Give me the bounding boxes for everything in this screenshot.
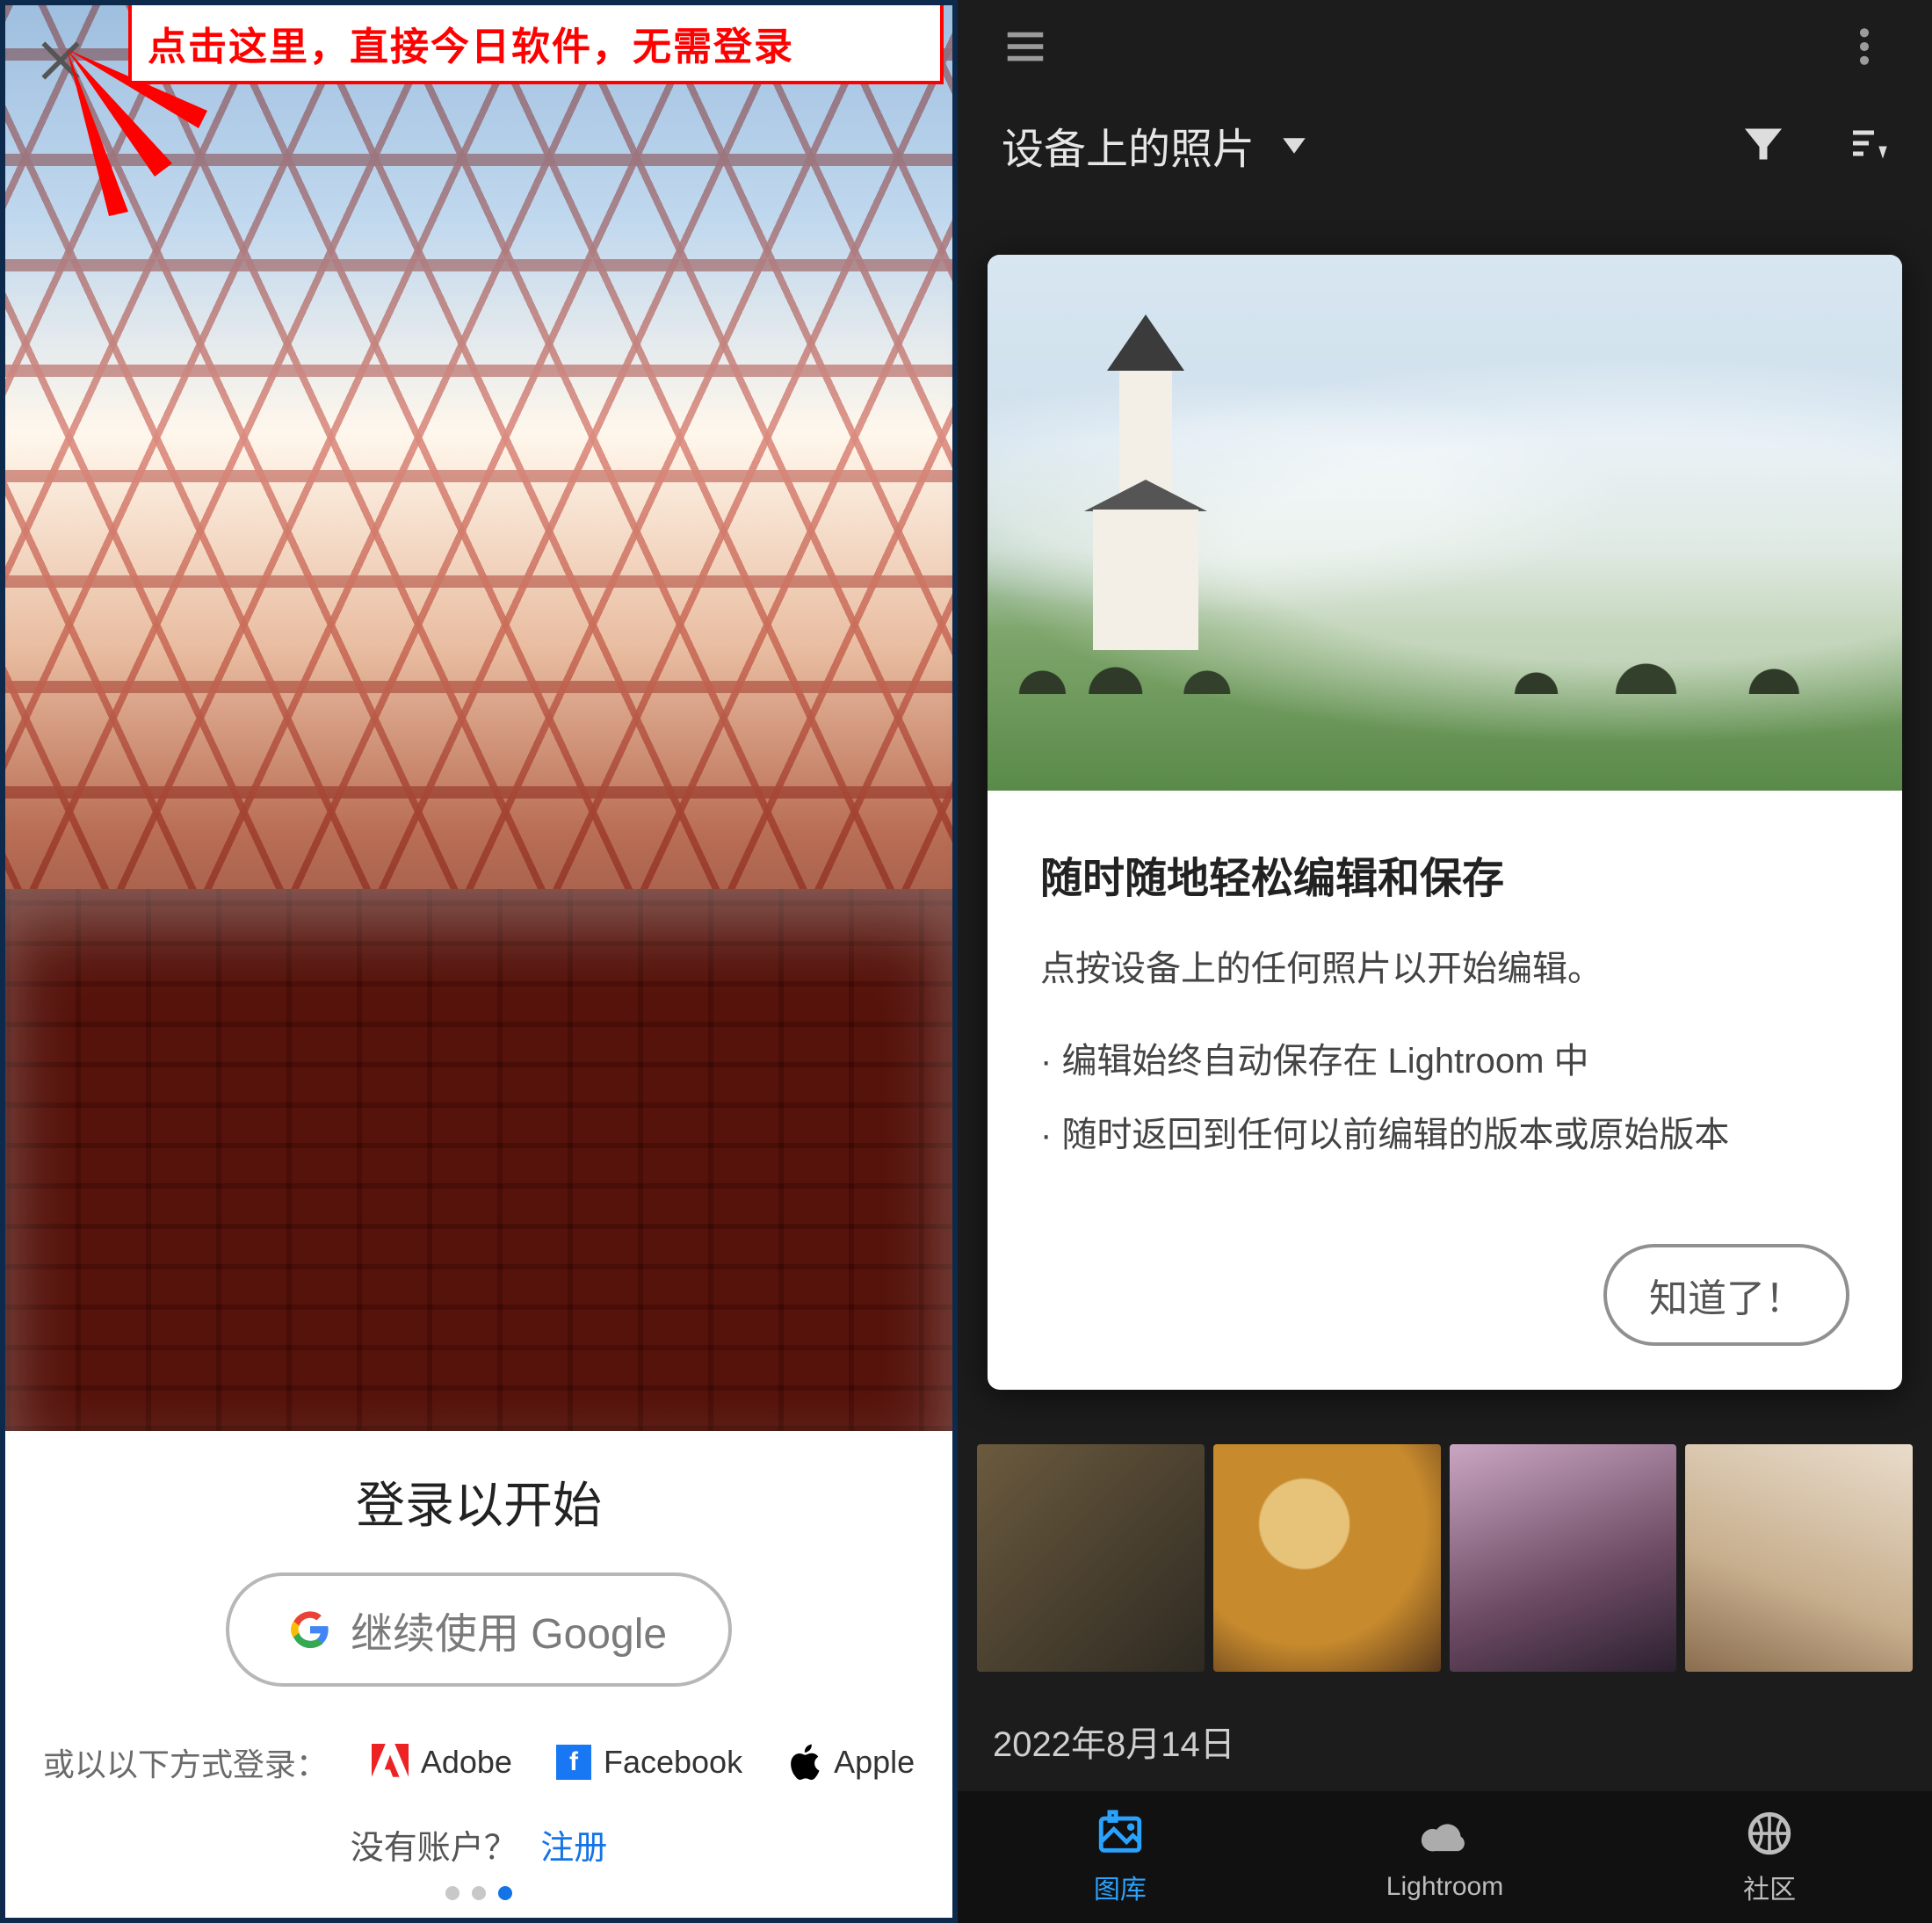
tab-lightroom-label: Lightroom [1386,1872,1503,1902]
tab-library[interactable]: 图库 [958,1791,1283,1923]
dot-0[interactable] [445,1886,459,1900]
apple-icon [786,1743,821,1782]
onboarding-card-subtitle: 点按设备上的任何照片以开始编辑。 [1040,940,1849,991]
login-title: 登录以开始 [40,1466,917,1537]
facebook-label: Facebook [604,1744,742,1781]
source-dropdown[interactable]: 设备上的照片 [1002,114,1309,176]
google-button-label: 继续使用 Google [351,1599,667,1660]
google-icon [291,1610,329,1649]
signup-link[interactable]: 注册 [540,1830,607,1867]
top-bar [958,0,1932,97]
tab-community-label: 社区 [1743,1868,1796,1906]
cloud-icon [1420,1812,1471,1863]
tab-lightroom[interactable]: Lightroom [1283,1791,1608,1923]
no-account-label: 没有账户？ [351,1830,517,1867]
login-facebook-button[interactable]: f Facebook [556,1744,742,1781]
apple-label: Apple [834,1744,915,1781]
continue-with-google-button[interactable]: 继续使用 Google [226,1572,732,1687]
filter-icon [1742,122,1784,164]
dot-1[interactable] [472,1886,486,1900]
photo-thumbnail[interactable] [1450,1444,1677,1672]
adobe-label: Adobe [421,1744,512,1781]
overflow-button[interactable] [1841,23,1888,75]
annotation-banner: 点击这里，直接今日软件，无需登录 [128,5,944,84]
globe-icon [1744,1808,1795,1859]
photo-thumbnail[interactable] [1685,1444,1913,1672]
tab-library-label: 图库 [1094,1868,1147,1906]
onboarding-card-bullet: · 随时返回到任何以前编辑的版本或原始版本 [1040,1109,1849,1161]
onboarding-card-image [988,255,1902,791]
menu-button[interactable] [1002,23,1049,75]
onboarding-card: 随时随地轻松编辑和保存 点按设备上的任何照片以开始编辑。 · 编辑始终自动保存在… [988,255,1902,1390]
kebab-icon [1841,23,1888,70]
sort-icon [1846,122,1888,164]
onboarding-card-title: 随时随地轻松编辑和保存 [1040,843,1849,905]
photo-thumbnail[interactable] [1213,1444,1441,1672]
hero-image: 点击这里，直接今日软件，无需登录 [5,5,952,1431]
onboarding-card-bullet: · 编辑始终自动保存在 Lightroom 中 [1040,1035,1849,1088]
tab-community[interactable]: 社区 [1607,1791,1932,1923]
sort-button[interactable] [1846,122,1888,169]
photo-thumbnail[interactable] [977,1444,1205,1672]
source-dropdown-label: 设备上的照片 [1002,114,1255,176]
login-apple-button[interactable]: Apple [786,1743,915,1782]
library-header: 设备上的照片 [958,97,1932,211]
bottom-tab-bar: 图库 Lightroom 社区 [958,1791,1932,1923]
login-panel: 登录以开始 继续使用 Google 或以以下方式登录： Adobe f Face… [5,1431,952,1918]
facebook-icon: f [556,1745,591,1780]
alt-login-row: 或以以下方式登录： Adobe f Facebook Apple [40,1739,917,1785]
filter-button[interactable] [1742,122,1784,169]
no-account-row: 没有账户？ 注册 [40,1820,917,1869]
hamburger-icon [1002,23,1049,70]
chevron-down-icon [1279,130,1309,160]
page-indicator [40,1886,917,1900]
lightroom-screen: 设备上的照片 2022年8月14日 图库 Lightroom [958,0,1932,1923]
alt-login-label: 或以以下方式登录： [43,1739,328,1785]
adobe-icon [372,1744,409,1781]
library-icon [1095,1808,1146,1859]
date-section-header: 2022年8月14日 [958,1691,1932,1791]
got-it-button[interactable]: 知道了！ [1603,1244,1849,1346]
login-screen: 点击这里，直接今日软件，无需登录 登录以开始 继续使用 Google [0,0,958,1923]
dot-2[interactable] [498,1886,512,1900]
login-adobe-button[interactable]: Adobe [372,1744,512,1781]
